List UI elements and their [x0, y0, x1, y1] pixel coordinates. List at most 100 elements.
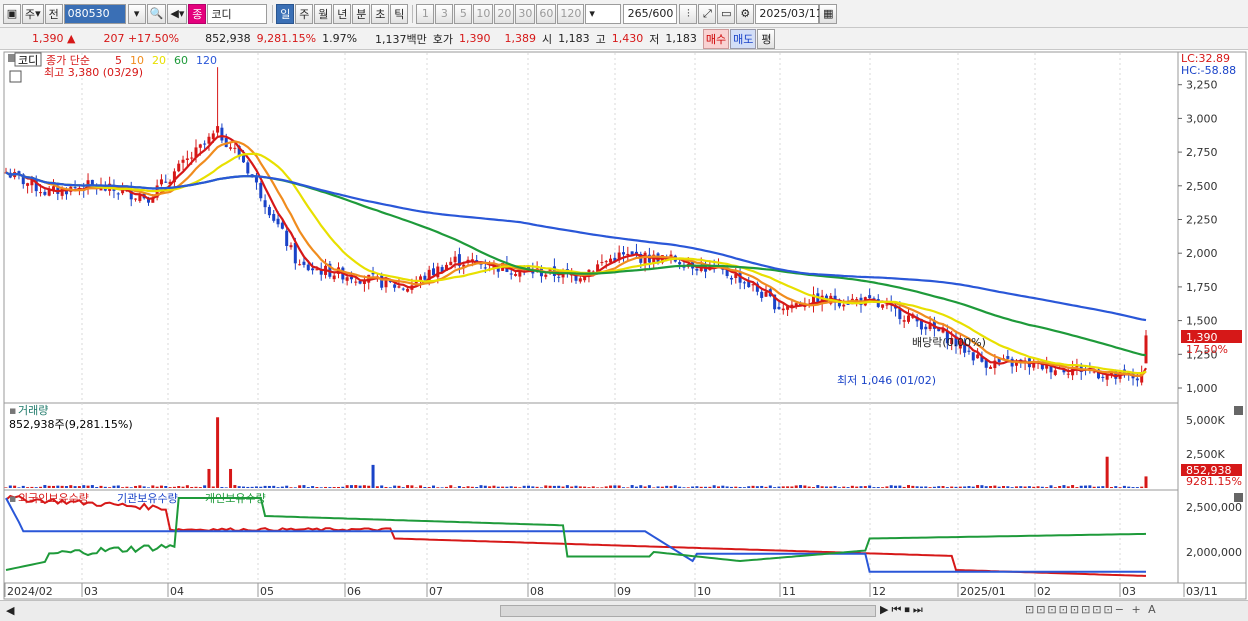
volume-bar: [781, 486, 785, 488]
period-tab-0[interactable]: 일: [276, 3, 295, 24]
candle-icon[interactable]: ⫶: [679, 3, 698, 24]
code-input[interactable]: 080530: [63, 3, 126, 24]
volume-bar: [4, 487, 8, 488]
volume-bar: [712, 485, 716, 488]
volume-bar: [565, 485, 569, 488]
interval-tab-3[interactable]: 10: [473, 3, 494, 24]
volume-menu-icon[interactable]: ▪: [9, 404, 16, 417]
volume-title: 거래량: [18, 404, 48, 417]
period-tab-6[interactable]: 틱: [390, 3, 409, 24]
speaker-icon[interactable]: ◀▾: [167, 3, 188, 24]
code-dropdown-icon[interactable]: ▾: [127, 3, 146, 24]
prev-button[interactable]: 전: [44, 3, 63, 24]
volume-bar: [449, 485, 453, 488]
y-tick-label: 1,500: [1186, 315, 1218, 328]
period-tab-3[interactable]: 년: [333, 3, 352, 24]
volume-bar: [423, 487, 427, 488]
save-icon[interactable]: ▭: [717, 3, 736, 24]
gear-icon[interactable]: ⚙: [736, 3, 755, 24]
close-icon[interactable]: [1234, 406, 1243, 415]
volume-bar: [246, 486, 250, 488]
candle-body: [285, 230, 289, 247]
volume-bar: [583, 486, 587, 488]
volume-bar: [1105, 456, 1109, 488]
stock-chart[interactable]: 3,250 3,000 2,750 2,500 2,250 2,000 1,750 1,500…: [0, 51, 1248, 600]
volume-bar: [319, 487, 323, 488]
candle-body: [185, 158, 189, 160]
interval-tab-0[interactable]: 1: [416, 3, 435, 24]
crosshair-icon[interactable]: ⤢: [698, 3, 717, 24]
date-field[interactable]: 2025/03/11: [755, 3, 823, 24]
volume-bar: [976, 485, 980, 488]
period-tab-1[interactable]: 주: [295, 3, 314, 24]
calendar-icon[interactable]: ▦: [819, 3, 838, 24]
volume-bar: [647, 485, 651, 488]
period-tab-5[interactable]: 초: [371, 3, 390, 24]
volume-bar: [820, 486, 824, 488]
zoom-controls[interactable]: ⊡⊡⊡⊡⊡⊡⊡⊡− + A: [1025, 603, 1158, 616]
interval-tab-7[interactable]: 120: [557, 3, 585, 24]
interval-tab-4[interactable]: 20: [494, 3, 515, 24]
volume-bar: [950, 486, 954, 488]
volume-bar: [129, 487, 133, 488]
volume-bar: [872, 487, 876, 488]
volume-bar: [410, 485, 414, 488]
holder-menu-icon[interactable]: ▪: [9, 492, 16, 505]
current-price: 1,390 ▲: [32, 32, 76, 45]
volume-bar: [855, 486, 859, 488]
volume-bar: [280, 486, 284, 488]
eval-button[interactable]: 평: [757, 28, 776, 49]
volume-bar: [479, 485, 483, 488]
interval-tab-2[interactable]: 5: [454, 3, 473, 24]
volume-bar: [34, 487, 38, 488]
volume-bar: [60, 485, 64, 488]
table-icon[interactable]: [9, 70, 22, 83]
scrollbar[interactable]: [500, 605, 876, 617]
volume-bar: [47, 485, 51, 488]
interval-tab-1[interactable]: 3: [435, 3, 454, 24]
interval-custom[interactable]: ▾: [585, 3, 622, 24]
close-icon-2[interactable]: [1234, 493, 1243, 502]
volume-bar: [233, 485, 237, 488]
ma-legend-60: 60: [174, 54, 188, 67]
y-tick-label: 3,000: [1186, 112, 1218, 125]
nav-controls[interactable]: ▶⏮⏹⏭: [880, 603, 926, 617]
volume-bar: [665, 485, 669, 488]
volume-bar: [1144, 476, 1148, 488]
volume-bar: [639, 485, 643, 488]
candle-body: [781, 308, 785, 311]
holder-series-2: 기관보유수량: [117, 492, 178, 505]
candle-body: [39, 192, 43, 194]
window-icon[interactable]: ▣: [3, 3, 21, 24]
sell-button[interactable]: 매도: [730, 28, 757, 49]
candle-body: [134, 198, 138, 200]
name-field[interactable]: 코디: [207, 3, 268, 24]
candle-body: [220, 127, 224, 141]
holder-series-3: 개인보유수량: [205, 492, 266, 505]
volume-bar: [99, 485, 103, 488]
search-icon[interactable]: 🔍: [146, 3, 167, 24]
interval-tab-5[interactable]: 30: [515, 3, 536, 24]
volume-bar: [393, 485, 397, 488]
volume-bar: [660, 486, 664, 488]
market-select[interactable]: 주 ▾: [22, 3, 44, 24]
volume-y-tick: 2,500K: [1186, 448, 1225, 461]
low-price: 1,183: [665, 32, 697, 45]
volume-bar: [311, 486, 315, 488]
volume-bar: [989, 486, 993, 488]
volume-bar: [155, 486, 159, 488]
buy-button[interactable]: 매수: [702, 28, 730, 49]
count-field[interactable]: 265/600: [623, 3, 678, 24]
volume-bar: [298, 485, 302, 488]
scroll-left-icon[interactable]: ◀: [6, 604, 14, 617]
period-tab-4[interactable]: 분: [352, 3, 371, 24]
volume-value: 852,938: [205, 32, 251, 45]
volume-bar: [1053, 487, 1057, 488]
volume-bar: [466, 486, 470, 488]
volume-bar: [52, 485, 55, 488]
period-tab-2[interactable]: 월: [314, 3, 333, 24]
volume-bar: [259, 486, 263, 488]
interval-tab-6[interactable]: 60: [536, 3, 557, 24]
candle-body: [211, 133, 215, 140]
volume-bar: [1140, 486, 1144, 488]
